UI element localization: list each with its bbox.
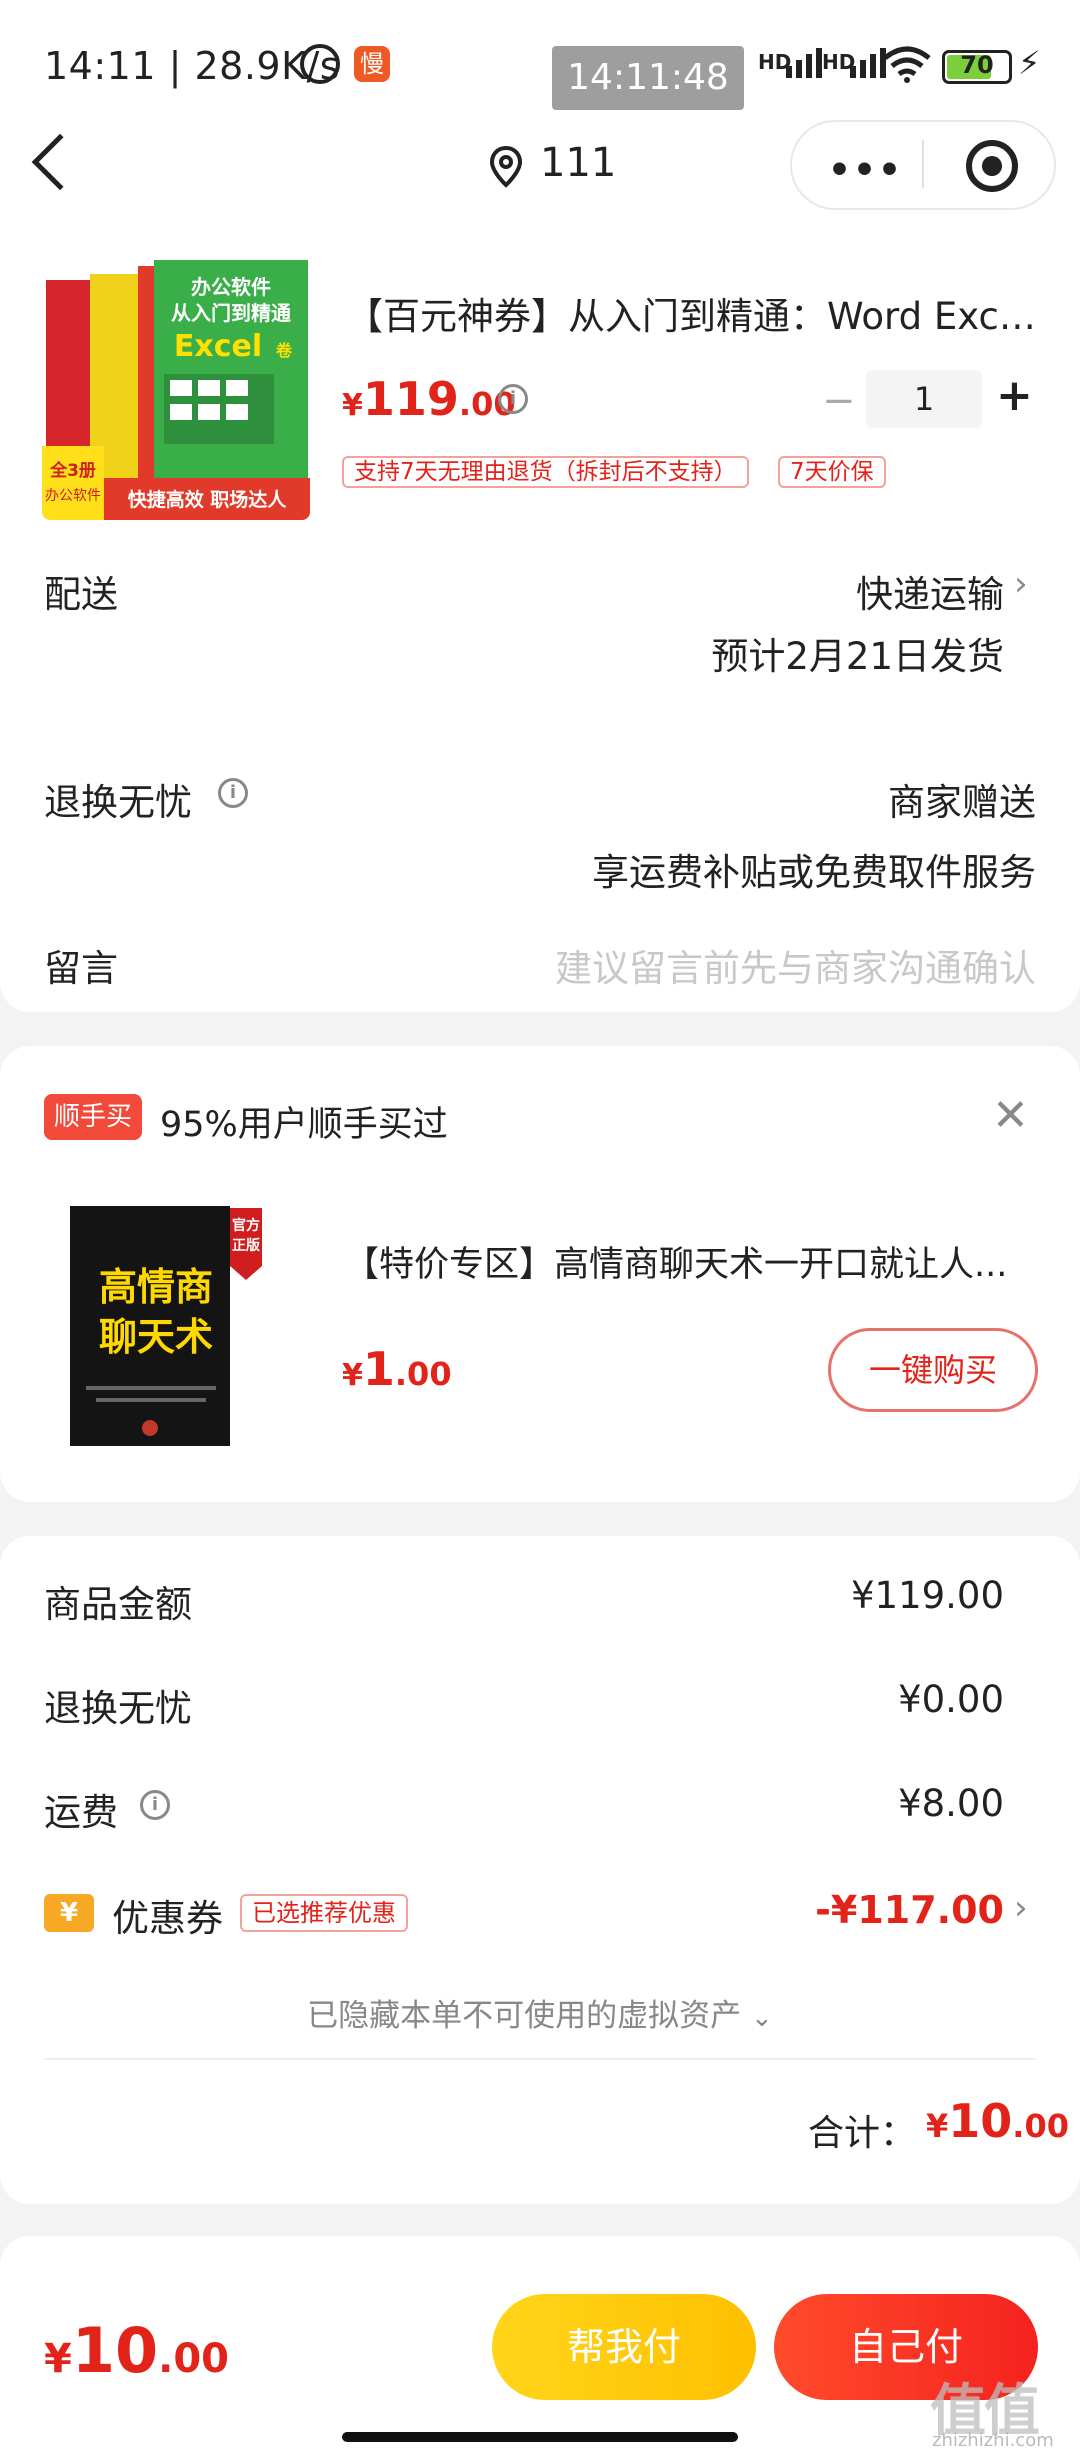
coupon-icon: ¥ (44, 1894, 94, 1932)
price-int: 119 (362, 372, 459, 426)
price-info-icon[interactable]: i (498, 384, 528, 414)
recommend-title: 95%用户顺手买过 (160, 1105, 448, 1145)
price-int: 10 (71, 2314, 159, 2387)
svg-text:官方: 官方 (232, 1217, 260, 1234)
return-policy-tag: 支持7天无理由退货（拆封后不支持） (342, 456, 749, 488)
cover-slogan: 快捷高效 职场达人 (128, 488, 288, 511)
product-price: ¥119.00 (342, 372, 516, 426)
svg-text:聊天术: 聊天术 (99, 1315, 213, 1359)
coupon-value[interactable]: -¥117.00 (815, 1888, 1004, 1932)
close-icon[interactable]: ✕ (992, 1090, 1029, 1141)
divider (44, 2058, 1036, 2060)
return-desc: 享运费补贴或免费取件服务 (592, 851, 1036, 894)
shipping-label: 运费 (44, 1791, 118, 1834)
svg-text:正版: 正版 (232, 1237, 260, 1254)
shipping-info-icon[interactable]: i (140, 1790, 170, 1820)
hidden-assets-text: 已隐藏本单不可使用的虚拟资产 (307, 1998, 742, 2034)
price-int: 10 (948, 2094, 1013, 2148)
return-value: 商家赠送 (888, 781, 1036, 824)
location-icon (489, 145, 523, 188)
more-icon[interactable]: ••• (828, 150, 903, 191)
capsule-divider (922, 140, 924, 188)
price-symbol: ¥ (342, 388, 363, 423)
recommend-item-name[interactable]: 【特价专区】高情商聊天术一开口就让人... (344, 1236, 1044, 1287)
cover-title-1: 办公软件 (191, 275, 271, 299)
message-label: 留言 (44, 947, 118, 990)
coupon-label[interactable]: 优惠券 (112, 1888, 223, 1942)
price-dec: .00 (1012, 2107, 1069, 2145)
price-dec: .00 (394, 1355, 452, 1393)
cover-suffix: 卷 (275, 341, 293, 360)
close-mini-program-dot (982, 156, 1002, 176)
total-value: ¥10.00 (926, 2094, 1069, 2148)
chevron-down-icon: ⌄ (751, 2003, 773, 2033)
status-time-speed: 14:11 | 28.9K/s (44, 44, 341, 88)
product-title[interactable]: 【百元神券】从入门到精通：Word Excel... (346, 286, 1046, 340)
recommend-badge: 顺手买 (44, 1094, 142, 1140)
hidden-assets-toggle[interactable]: 已隐藏本单不可使用的虚拟资产 ⌄ (0, 1990, 1080, 2035)
quantity-decrease-button[interactable]: − (822, 378, 856, 424)
delivery-chevron-icon[interactable]: › (1014, 564, 1028, 604)
charging-icon: ⚡ (1018, 44, 1041, 82)
price-summary-card (0, 1536, 1080, 2204)
price-dec: .00 (158, 2336, 229, 2382)
goods-amount-label: 商品金额 (44, 1583, 192, 1626)
return-info-icon[interactable]: i (218, 778, 248, 808)
delivery-label: 配送 (44, 573, 118, 616)
coupon-chevron-icon[interactable]: › (1014, 1888, 1028, 1928)
svg-text:高情商: 高情商 (99, 1265, 213, 1309)
quantity-increase-button[interactable]: + (996, 370, 1033, 421)
cover-badge-2: 办公软件 (45, 488, 101, 504)
one-click-buy-button[interactable]: 一键购买 (828, 1328, 1038, 1412)
goods-amount-value: ¥119.00 (850, 1574, 1004, 1617)
alarm-icon (300, 44, 340, 84)
wifi-icon (883, 46, 931, 83)
return-label: 退换无忧 (44, 781, 192, 824)
help-me-pay-button[interactable]: 帮我付 (492, 2294, 756, 2400)
location-text[interactable]: 111 (540, 140, 616, 186)
slow-badge-icon: 慢 (354, 46, 390, 82)
message-input[interactable]: 建议留言前先与商家沟通确认 (555, 938, 1036, 992)
recommend-book-image[interactable]: 高情商 聊天术 官方 正版 (66, 1196, 262, 1450)
cover-title-2: 从入门到精通 (171, 301, 291, 325)
return-fee-label: 退换无忧 (44, 1687, 192, 1730)
bottom-total-price: ¥10.00 (44, 2314, 229, 2387)
delivery-method[interactable]: 快递运输 (856, 564, 1004, 618)
price-symbol: ¥ (926, 2107, 949, 2145)
cover-excel: Excel (174, 329, 262, 364)
quantity-input[interactable]: 1 (866, 370, 982, 428)
home-indicator[interactable] (342, 2432, 738, 2442)
price-int: 1 (362, 1342, 395, 1396)
battery-percent: 70 (960, 51, 994, 79)
watermark-url: zhizhizhi.com (932, 2430, 1054, 2451)
return-fee-value: ¥0.00 (898, 1678, 1004, 1721)
delivery-estimate: 预计2月21日发货 (711, 635, 1004, 678)
time-pill: 14:11:48 (552, 46, 744, 110)
signal-icon (850, 48, 886, 78)
product-cover-image[interactable]: 办公软件 从入门到精通 Excel 卷 全3册 办公软件 快捷高效 职场达人 (42, 256, 310, 520)
price-symbol: ¥ (342, 1358, 363, 1393)
cover-badge-1: 全3册 (49, 460, 96, 481)
coupon-tag: 已选推荐优惠 (240, 1894, 408, 1932)
price-symbol: ¥ (44, 2336, 72, 2382)
signal-icon (786, 48, 822, 78)
total-label: 合计： (808, 2113, 917, 2154)
price-protect-tag: 7天价保 (778, 456, 886, 488)
recommend-price: ¥1.00 (342, 1342, 452, 1396)
shipping-value: ¥8.00 (898, 1782, 1004, 1825)
